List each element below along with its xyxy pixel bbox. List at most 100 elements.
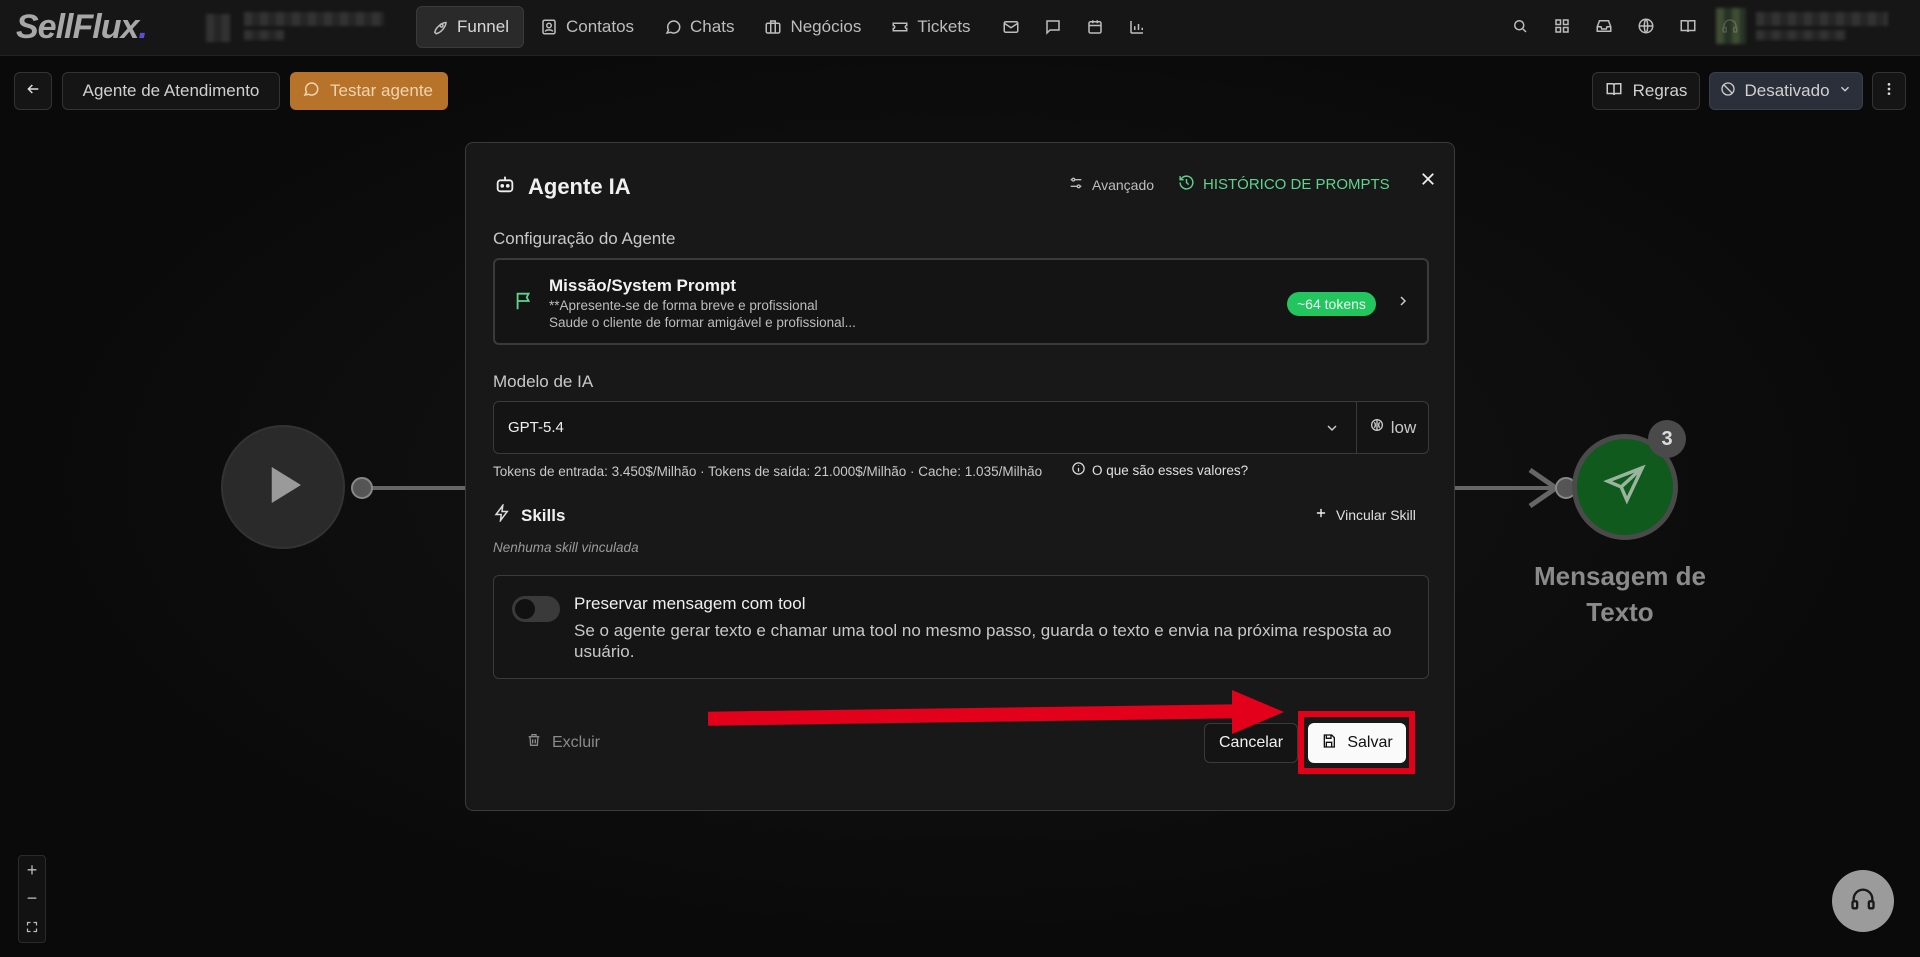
flow-name-label: Agente de Atendimento [82,81,260,100]
preserve-message-description: Se o agente gerar texto e chamar uma too… [574,621,1392,661]
nav-tickets-label: Tickets [917,17,971,36]
system-prompt-line-2: Saude o cliente de formar amigável e pro… [549,315,856,330]
zoom-in-icon[interactable]: + [27,860,38,881]
modal-title-text: Agente IA [528,174,631,199]
chevron-down-icon [1838,81,1852,101]
mail-icon[interactable] [1001,17,1021,37]
save-button[interactable]: Salvar [1308,723,1406,763]
nav-negocios[interactable]: Negócios [750,6,875,48]
arrow-left-icon [25,81,41,102]
book-open-icon [1605,80,1623,103]
advanced-button[interactable]: Avançado [1068,175,1154,194]
zap-icon [493,502,511,527]
nav-chats[interactable]: Chats [650,6,748,48]
message-square-icon[interactable] [1043,17,1063,37]
back-button[interactable] [14,72,52,110]
token-count-badge: ~64 tokens [1287,292,1376,316]
user-email [1756,30,1846,40]
info-icon [1071,461,1086,479]
start-node[interactable] [221,425,345,549]
nav-tickets[interactable]: Tickets [877,6,984,48]
workspace-avatar[interactable] [206,14,230,42]
link-skill-button[interactable]: Vincular Skill [1314,506,1416,523]
nav-shortcuts [1001,6,1147,48]
grid-icon[interactable] [1552,16,1572,36]
bot-icon [494,173,516,201]
nav-funnel-label: Funnel [457,17,509,36]
model-select-value: GPT-5.4 [508,419,564,436]
toggle-knob [515,599,535,619]
save-icon [1321,733,1337,754]
pricing-info-link[interactable]: O que são esses valores? [1071,461,1248,479]
preserve-message-title: Preservar mensagem com tool [574,594,806,613]
model-select[interactable]: GPT-5.4 [493,401,1357,454]
briefcase-icon [764,18,782,36]
system-prompt-card[interactable]: Missão/System Prompt **Apresente-se de f… [493,258,1429,345]
chat-icon [664,18,682,36]
close-button[interactable] [1416,169,1440,193]
flag-icon [513,290,535,317]
calendar-icon[interactable] [1085,17,1105,37]
no-skill-message: Nenhuma skill vinculada [493,540,639,555]
reasoning-effort-value: low [1390,417,1417,437]
main-nav: Funnel Contatos Chats Negócios Tickets [416,6,1147,48]
delete-label: Excluir [552,733,601,751]
support-chat-button[interactable] [1832,870,1894,932]
system-prompt-title: Missão/System Prompt [549,276,737,295]
zoom-controls: + − [18,855,46,943]
nav-funnel[interactable]: Funnel [416,6,524,48]
ticket-icon [891,18,909,36]
more-options-button[interactable] [1872,72,1906,110]
flow-name[interactable]: Agente de Atendimento [62,72,280,110]
pricing-info-label: O que são esses valores? [1092,462,1249,478]
send-icon [1602,462,1648,513]
prompt-history-button[interactable]: HISTÓRICO DE PROMPTS [1178,174,1390,195]
start-node-handle[interactable] [351,477,373,499]
user-avatar[interactable] [1716,8,1746,44]
play-icon [256,458,310,517]
inbox-icon[interactable] [1594,16,1614,36]
config-section-label: Configuração do Agente [493,229,676,248]
skills-header: Skills [493,502,566,527]
workspace-name [244,12,384,26]
test-agent-button[interactable]: Testar agente [290,72,448,110]
nav-contatos[interactable]: Contatos [526,6,648,48]
zoom-out-icon[interactable]: − [27,888,38,909]
search-icon[interactable] [1510,16,1530,36]
contacts-icon [540,18,558,36]
brain-icon [1369,417,1385,438]
rules-button[interactable]: Regras [1592,72,1700,110]
reasoning-effort-select[interactable]: low [1357,401,1429,454]
nav-contatos-label: Contatos [565,17,635,36]
trash-icon [526,732,542,753]
link-skill-label: Vincular Skill [1336,506,1416,523]
preserve-message-card: Preservar mensagem com tool Se o agente … [493,575,1429,679]
fit-view-icon[interactable] [26,917,38,938]
workspace-subtitle [244,30,284,40]
model-pricing-text: Tokens de entrada: 3.450$/Milhão · Token… [493,464,1043,479]
model-section-label: Modelo de IA [493,372,594,391]
close-icon [1419,170,1437,193]
book-icon[interactable] [1678,16,1698,36]
flow-edge [372,486,470,490]
system-prompt-line-1: **Apresente-se de forma breve e profissi… [549,298,818,313]
sellflux-logo[interactable]: SellFlux. [16,8,148,47]
headset-icon [1849,885,1877,918]
annotation-arrow-head-icon [1232,690,1284,734]
bar-chart-icon[interactable] [1127,17,1147,37]
status-dropdown[interactable]: Desativado [1709,72,1863,110]
delete-button[interactable]: Excluir [526,732,600,753]
preserve-message-toggle[interactable] [512,596,560,622]
message-node-count-badge: 3 [1648,420,1686,458]
top-right-actions [1510,16,1740,36]
history-icon [1178,174,1195,195]
rules-label: Regras [1632,81,1688,100]
skills-title-text: Skills [521,505,566,525]
prompt-history-label: HISTÓRICO DE PROMPTS [1203,176,1390,193]
nav-negocios-label: Negócios [790,17,862,36]
more-vertical-icon [1881,81,1897,102]
ban-icon [1720,81,1736,102]
globe-icon[interactable] [1636,16,1656,36]
top-navigation: SellFlux. Funnel Contatos Chats Negócios… [0,0,1920,56]
chevron-right-icon [1395,293,1411,314]
